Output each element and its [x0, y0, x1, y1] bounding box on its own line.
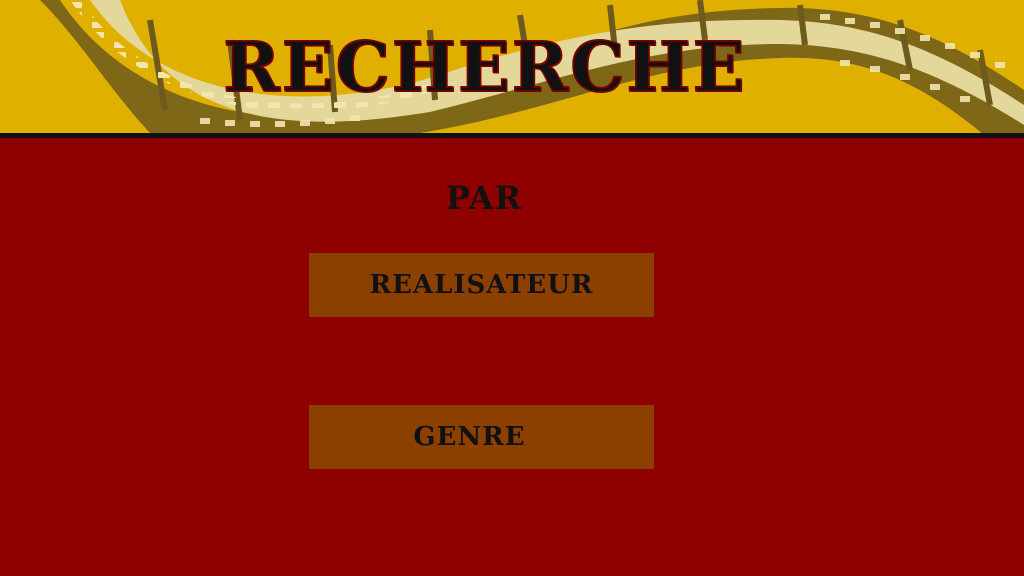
search-by-director-label: REALISATEUR — [369, 270, 594, 300]
header-banner: RECHERCHE — [0, 0, 1024, 133]
search-by-label: PAR — [445, 179, 523, 217]
header-divider — [0, 133, 1024, 138]
search-by-genre-button[interactable]: GENRE — [309, 405, 654, 469]
search-by-director-button[interactable]: REALISATEUR — [309, 253, 654, 317]
search-by-genre-label: GENRE — [413, 422, 526, 452]
page-title: RECHERCHE — [223, 28, 747, 108]
